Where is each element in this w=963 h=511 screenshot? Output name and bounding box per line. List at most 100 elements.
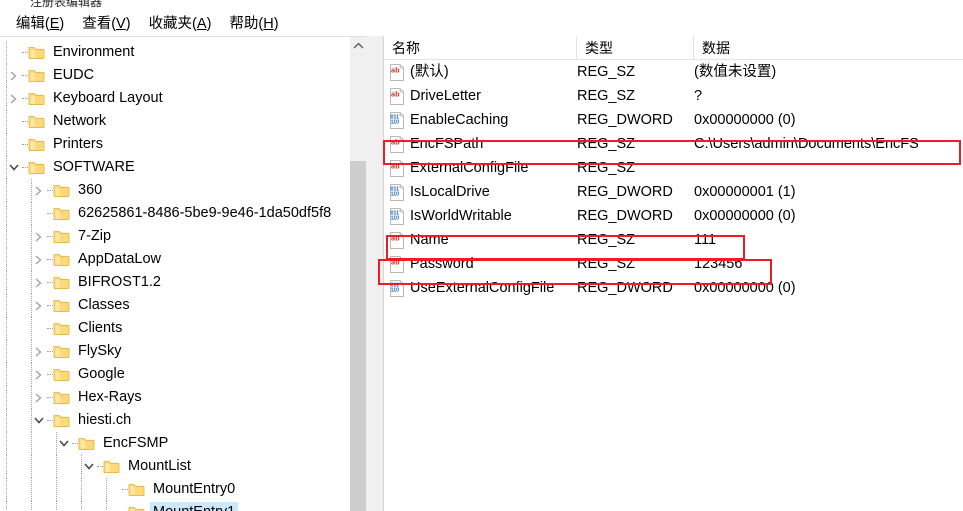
tree-item-label: 360 — [75, 180, 105, 201]
value-name: UseExternalConfigFile — [410, 276, 580, 300]
value-name: IsLocalDrive — [410, 180, 580, 204]
tree-indent-guide — [0, 202, 31, 225]
tree-item-label: MountEntry1 — [150, 502, 238, 511]
folder-icon — [53, 413, 70, 429]
tree-item-label: MountEntry0 — [150, 479, 238, 500]
tree-item-environment[interactable]: Environment — [0, 41, 349, 64]
chevron-right-icon[interactable] — [31, 248, 47, 271]
chevron-right-icon[interactable] — [31, 386, 47, 409]
tree-item-hiesti-ch[interactable]: hiesti.ch — [0, 409, 349, 432]
values-column-header[interactable]: 名称类型数据 — [384, 36, 963, 60]
tree-twisty-empty — [106, 501, 122, 511]
value-row[interactable]: 011110IsWorldWritableREG_DWORD0x00000000… — [384, 204, 963, 228]
value-row[interactable]: 011110UseExternalConfigFileREG_DWORD0x00… — [384, 276, 963, 300]
value-row[interactable]: abNameREG_SZ111 — [384, 228, 963, 252]
value-row[interactable]: abEncFSPathREG_SZC:\Users\admin\Document… — [384, 132, 963, 156]
chevron-right-icon[interactable] — [31, 271, 47, 294]
menu-item-f[interactable]: ) — [0, 13, 7, 35]
column-header-type[interactable]: 类型 — [577, 36, 694, 60]
chevron-right-icon[interactable] — [6, 64, 22, 87]
menu-item-e[interactable]: 编辑(E) — [7, 13, 73, 35]
value-name: EnableCaching — [410, 108, 580, 132]
value-data: 0x00000000 (0) — [694, 204, 962, 228]
value-type: REG_SZ — [577, 228, 692, 252]
chevron-right-icon[interactable] — [31, 225, 47, 248]
values-list[interactable]: ab(默认)REG_SZ(数值未设置)abDriveLetterREG_SZ?0… — [384, 60, 963, 300]
column-header-data[interactable]: 数据 — [694, 36, 963, 60]
folder-icon — [28, 160, 45, 176]
tree-item-360[interactable]: 360 — [0, 179, 349, 202]
registry-tree[interactable]: EnvironmentEUDCKeyboard LayoutNetworkPri… — [0, 37, 349, 511]
tree-item-62625861-8486-5be9-9e46-1da50df5f8[interactable]: 62625861-8486-5be9-9e46-1da50df5f8 — [0, 202, 349, 225]
value-row[interactable]: abExternalConfigFileREG_SZ — [384, 156, 963, 180]
folder-icon — [28, 91, 45, 107]
tree-item-flysky[interactable]: FlySky — [0, 340, 349, 363]
chevron-down-icon[interactable] — [56, 432, 72, 455]
tree-item-label: Keyboard Layout — [50, 88, 166, 109]
folder-icon — [103, 459, 120, 475]
value-data — [694, 156, 962, 180]
folder-icon — [53, 275, 70, 291]
tree-item-printers[interactable]: Printers — [0, 133, 349, 156]
value-type: REG_SZ — [577, 84, 692, 108]
reg-string-icon: ab — [389, 256, 405, 273]
value-row[interactable]: 011110IsLocalDriveREG_DWORD0x00000001 (1… — [384, 180, 963, 204]
chevron-down-icon[interactable] — [31, 409, 47, 432]
value-data: ? — [694, 84, 962, 108]
tree-item-mountentry1[interactable]: MountEntry1 — [0, 501, 349, 511]
tree-item-eudc[interactable]: EUDC — [0, 64, 349, 87]
tree-indent-guide — [0, 478, 106, 501]
tree-item-software[interactable]: SOFTWARE — [0, 156, 349, 179]
chevron-down-icon[interactable] — [81, 455, 97, 478]
tree-item-mountentry0[interactable]: MountEntry0 — [0, 478, 349, 501]
chevron-down-icon[interactable] — [6, 156, 22, 179]
chevron-right-icon[interactable] — [31, 294, 47, 317]
tree-indent-guide — [0, 386, 31, 409]
svg-text:ab: ab — [391, 66, 400, 75]
menu-item-v[interactable]: 查看(V) — [73, 13, 139, 35]
tree-item-hex-rays[interactable]: Hex-Rays — [0, 386, 349, 409]
menu-item-h[interactable]: 帮助(H) — [220, 13, 287, 35]
svg-text:ab: ab — [391, 234, 400, 243]
folder-icon — [53, 344, 70, 360]
folder-icon — [53, 321, 70, 337]
folder-icon — [78, 436, 95, 452]
value-row[interactable]: 011110EnableCachingREG_DWORD0x00000000 (… — [384, 108, 963, 132]
value-row[interactable]: abDriveLetterREG_SZ? — [384, 84, 963, 108]
chevron-right-icon[interactable] — [31, 179, 47, 202]
tree-item-label: Google — [75, 364, 128, 385]
tree-twisty-empty — [6, 133, 22, 156]
scroll-up-button[interactable] — [350, 37, 366, 54]
chevron-right-icon[interactable] — [6, 87, 22, 110]
value-row[interactable]: ab(默认)REG_SZ(数值未设置) — [384, 60, 963, 84]
tree-twisty-empty — [31, 202, 47, 225]
chevron-right-icon[interactable] — [31, 363, 47, 386]
tree-item-bifrost1-2[interactable]: BIFROST1.2 — [0, 271, 349, 294]
tree-item-appdatalow[interactable]: AppDataLow — [0, 248, 349, 271]
menu-item-a[interactable]: 收藏夹(A) — [140, 13, 221, 35]
tree-twisty-empty — [6, 41, 22, 64]
tree-item-label: 62625861-8486-5be9-9e46-1da50df5f8 — [75, 203, 334, 224]
tree-indent-guide — [0, 409, 31, 432]
tree-vertical-scrollbar[interactable] — [349, 37, 366, 511]
value-name: ExternalConfigFile — [410, 156, 580, 180]
tree-item-label: EncFSMP — [100, 433, 171, 454]
value-row[interactable]: abPasswordREG_SZ123456 — [384, 252, 963, 276]
pane-splitter[interactable] — [366, 36, 383, 511]
tree-twisty-empty — [106, 478, 122, 501]
svg-text:ab: ab — [391, 90, 400, 99]
column-header-name[interactable]: 名称 — [384, 36, 577, 60]
scroll-thumb[interactable] — [350, 161, 366, 511]
svg-text:110: 110 — [391, 191, 399, 197]
tree-item-7-zip[interactable]: 7-Zip — [0, 225, 349, 248]
tree-item-network[interactable]: Network — [0, 110, 349, 133]
tree-item-label: Classes — [75, 295, 133, 316]
tree-item-mountlist[interactable]: MountList — [0, 455, 349, 478]
tree-item-google[interactable]: Google — [0, 363, 349, 386]
tree-item-classes[interactable]: Classes — [0, 294, 349, 317]
tree-item-clients[interactable]: Clients — [0, 317, 349, 340]
tree-item-label: Hex-Rays — [75, 387, 145, 408]
tree-item-encfsmp[interactable]: EncFSMP — [0, 432, 349, 455]
tree-item-keyboard-layout[interactable]: Keyboard Layout — [0, 87, 349, 110]
chevron-right-icon[interactable] — [31, 340, 47, 363]
